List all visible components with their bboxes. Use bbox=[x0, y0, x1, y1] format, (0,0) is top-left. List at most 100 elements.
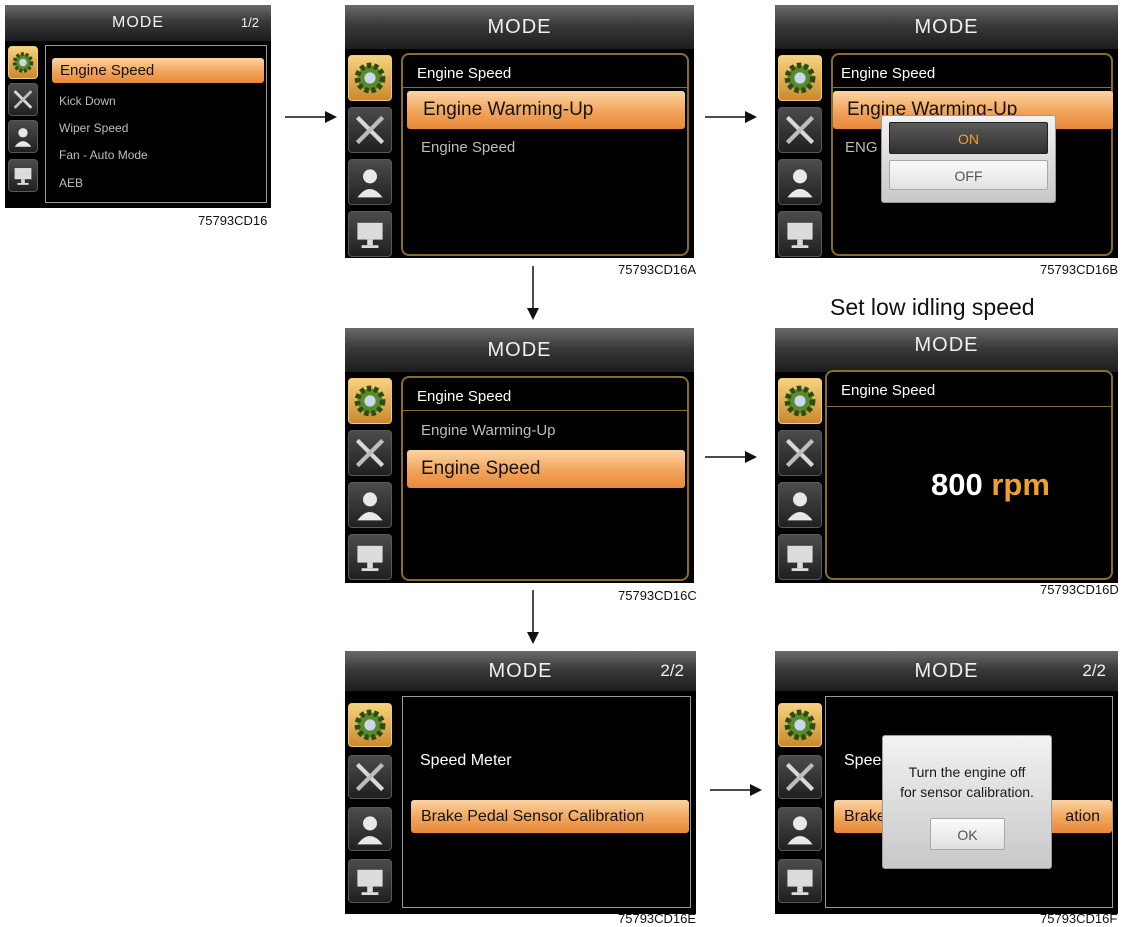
sidebar-management-button[interactable] bbox=[8, 83, 38, 116]
figure-code: 75793CD16 bbox=[198, 213, 268, 228]
sidebar bbox=[775, 695, 827, 914]
arrow-down-2 bbox=[527, 590, 539, 644]
sidebar-mode-button[interactable] bbox=[348, 55, 392, 101]
screen-title: MODE bbox=[112, 14, 164, 31]
sidebar bbox=[345, 695, 397, 914]
sidebar-display-button[interactable] bbox=[8, 159, 38, 192]
menu-item-brake-pedal-sensor-calibration[interactable]: Brake Pedal Sensor Calibration bbox=[411, 800, 689, 833]
off-button[interactable]: OFF bbox=[889, 160, 1048, 190]
menu-item-label-right: ation bbox=[1065, 808, 1100, 825]
page-indicator: 2/2 bbox=[1082, 661, 1106, 680]
screen-title: MODE bbox=[487, 16, 552, 38]
panel-header: Engine Speed bbox=[841, 382, 936, 399]
sidebar bbox=[775, 372, 827, 583]
gear-icon bbox=[12, 52, 34, 73]
sidebar-user-button[interactable] bbox=[348, 159, 392, 205]
sidebar-mode-button[interactable] bbox=[8, 46, 38, 79]
sidebar-mode-button[interactable] bbox=[778, 378, 822, 424]
sidebar-display-button[interactable] bbox=[348, 859, 392, 903]
screen-title: MODE bbox=[914, 334, 979, 356]
sidebar-mode-button[interactable] bbox=[348, 378, 392, 424]
figure-code: 75793CD16E bbox=[618, 911, 697, 926]
screen-mode-page-2: MODE 2/2 Speed Meter Brake Pedal Sensor … bbox=[345, 651, 696, 914]
menu-item-speed-meter[interactable]: Speed Meter bbox=[420, 752, 512, 770]
title-bar: MODE 1/2 bbox=[5, 5, 271, 41]
page-indicator: 1/2 bbox=[240, 15, 259, 30]
monitor-icon bbox=[14, 168, 32, 185]
sidebar-user-button[interactable] bbox=[348, 482, 392, 528]
menu-item-fan-auto-mode[interactable]: Fan - Auto Mode bbox=[59, 148, 148, 162]
sidebar-display-button[interactable] bbox=[778, 534, 822, 580]
menu-panel: Engine Speed Kick Down Wiper Speed Fan -… bbox=[45, 45, 267, 203]
sidebar-management-button[interactable] bbox=[348, 107, 392, 153]
user-icon bbox=[787, 492, 813, 521]
menu-item-engine-warming-up[interactable]: Engine Warming-Up bbox=[407, 91, 685, 129]
gear-icon bbox=[354, 709, 386, 741]
monitor-icon bbox=[357, 545, 383, 571]
wrench-screwdriver-icon bbox=[355, 438, 385, 468]
screen-mode-page-1: MODE 1/2 Engine Speed Kick Down Wiper Sp… bbox=[5, 5, 271, 208]
menu-panel: Speed Meter Brake Pedal Sensor Calibrati… bbox=[402, 696, 691, 908]
sidebar-user-button[interactable] bbox=[8, 120, 38, 153]
menu-panel: Engine Speed Engine Warming-Up Engine Sp… bbox=[401, 376, 689, 581]
wrench-screwdriver-icon bbox=[785, 762, 815, 792]
wrench-screwdriver-icon bbox=[785, 115, 815, 145]
monitor-icon bbox=[787, 869, 813, 895]
sidebar-display-button[interactable] bbox=[778, 211, 822, 257]
menu-item-engine-speed[interactable]: Engine Speed bbox=[52, 58, 264, 83]
title-bar: MODE bbox=[775, 5, 1118, 49]
sidebar-user-button[interactable] bbox=[778, 807, 822, 851]
sidebar-mode-button[interactable] bbox=[778, 55, 822, 101]
sidebar bbox=[345, 49, 397, 258]
title-bar: MODE bbox=[345, 328, 694, 372]
menu-item-engine-warming-up[interactable]: Engine Warming-Up bbox=[421, 422, 556, 439]
ok-button[interactable]: OK bbox=[930, 818, 1005, 850]
user-icon bbox=[357, 169, 383, 198]
monitor-icon bbox=[787, 545, 813, 571]
user-icon bbox=[787, 816, 813, 845]
rpm-unit: rpm bbox=[991, 467, 1050, 502]
figure-code: 75793CD16C bbox=[618, 588, 697, 603]
title-bar: MODE 2/2 bbox=[345, 651, 696, 691]
on-off-popup: ON OFF bbox=[881, 115, 1056, 203]
menu-item-engine-speed-partial[interactable]: ENG bbox=[845, 139, 878, 156]
menu-item-wiper-speed[interactable]: Wiper Speed bbox=[59, 121, 128, 135]
sidebar-mode-button[interactable] bbox=[348, 703, 392, 747]
panel-header-divider bbox=[833, 87, 1111, 88]
panel-header-divider bbox=[403, 87, 687, 88]
sidebar-display-button[interactable] bbox=[348, 211, 392, 257]
menu-item-aeb[interactable]: AEB bbox=[59, 176, 83, 190]
title-bar: MODE 2/2 bbox=[775, 651, 1118, 691]
arrow-right-1 bbox=[285, 111, 337, 123]
sidebar-management-button[interactable] bbox=[348, 755, 392, 799]
on-button[interactable]: ON bbox=[889, 122, 1048, 154]
menu-item-kick-down[interactable]: Kick Down bbox=[59, 94, 116, 108]
sidebar-display-button[interactable] bbox=[348, 534, 392, 580]
sidebar bbox=[345, 372, 397, 583]
panel-header-divider bbox=[827, 406, 1111, 407]
menu-item-engine-speed[interactable]: Engine Speed bbox=[421, 139, 515, 156]
wrench-screwdriver-icon bbox=[355, 115, 385, 145]
figure-code: 75793CD16F bbox=[1040, 911, 1118, 926]
title-bar: MODE bbox=[345, 5, 694, 49]
value-panel: Engine Speed 800 rpm bbox=[825, 370, 1113, 580]
sidebar-management-button[interactable] bbox=[778, 755, 822, 799]
panel-header: Engine Speed bbox=[417, 388, 512, 405]
screen-title: MODE bbox=[914, 16, 979, 38]
sidebar-display-button[interactable] bbox=[778, 859, 822, 903]
sidebar-user-button[interactable] bbox=[348, 807, 392, 851]
menu-item-label-left: Brake bbox=[844, 808, 886, 825]
menu-item-engine-speed[interactable]: Engine Speed bbox=[407, 450, 685, 488]
sidebar-user-button[interactable] bbox=[778, 159, 822, 205]
sidebar-mode-button[interactable] bbox=[778, 703, 822, 747]
panel-header-divider bbox=[403, 410, 687, 411]
sidebar-management-button[interactable] bbox=[778, 430, 822, 476]
gear-icon bbox=[784, 709, 816, 741]
screen-caption: Set low idling speed bbox=[830, 294, 1035, 320]
sidebar bbox=[5, 41, 41, 208]
sidebar-management-button[interactable] bbox=[778, 107, 822, 153]
sidebar-management-button[interactable] bbox=[348, 430, 392, 476]
dialog-message-line-2: for sensor calibration. bbox=[900, 784, 1034, 800]
sidebar-user-button[interactable] bbox=[778, 482, 822, 528]
user-icon bbox=[357, 816, 383, 845]
